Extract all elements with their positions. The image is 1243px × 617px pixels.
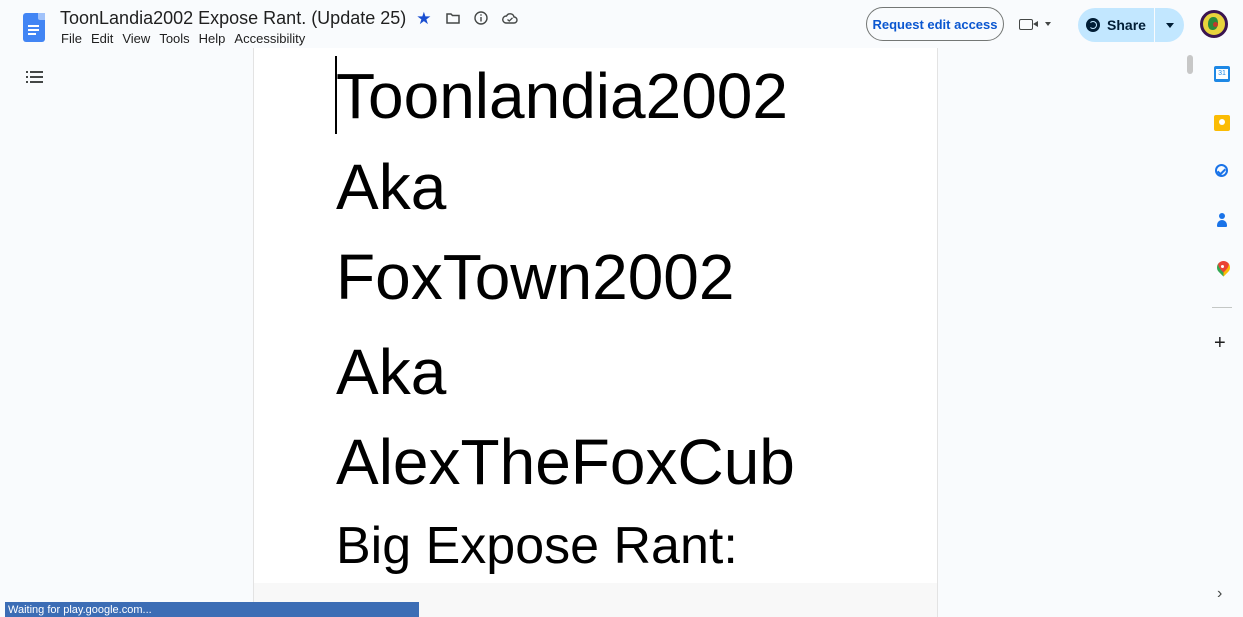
add-icon[interactable]: + [1214,333,1226,353]
side-panel-divider [1212,307,1232,308]
meet-button[interactable] [1019,12,1061,36]
calendar-icon[interactable] [1214,66,1230,82]
doc-line-5[interactable]: AlexTheFoxCub [336,430,795,494]
share-label: Share [1107,17,1146,33]
app-header: ToonLandia2002 Expose Rant. (Update 25) … [0,0,1243,48]
menu-view[interactable]: View [122,31,150,46]
doc-line-4[interactable]: Aka [336,340,446,404]
menu-accessibility[interactable]: Accessibility [234,31,305,46]
doc-line-2[interactable]: Aka [336,155,446,219]
menu-file[interactable]: File [61,31,82,46]
star-icon[interactable]: ★ [416,10,431,27]
document-title[interactable]: ToonLandia2002 Expose Rant. (Update 25) [60,8,406,29]
browser-status-bar: Waiting for play.google.com... [5,602,419,617]
info-icon[interactable] [473,11,488,25]
docs-logo-icon[interactable] [23,13,45,42]
share-dropdown-button[interactable] [1155,22,1184,28]
document-outline-icon[interactable] [26,69,46,85]
doc-line-1[interactable]: Toonlandia2002 [336,64,788,128]
menu-help[interactable]: Help [199,31,226,46]
menu-edit[interactable]: Edit [91,31,113,46]
tasks-icon[interactable] [1215,164,1228,177]
chevron-right-icon[interactable]: › [1217,585,1222,603]
chevron-down-icon [1045,22,1051,26]
share-button-group: Share [1078,8,1184,42]
menu-tools[interactable]: Tools [159,31,189,46]
doc-line-6[interactable]: Big Expose Rant: [336,520,738,572]
folder-icon[interactable] [445,12,460,24]
share-button[interactable]: Share [1078,8,1154,42]
title-row: ToonLandia2002 Expose Rant. (Update 25) … [60,6,518,30]
menu-bar: File Edit View Tools Help Accessibility [61,31,314,46]
meet-camera-icon [1019,18,1038,30]
share-dropdown-icon [1165,22,1174,28]
vertical-scrollbar[interactable] [1187,55,1193,74]
globe-icon [1086,18,1101,32]
doc-line-3[interactable]: FoxTown2002 [336,245,734,309]
cloud-saved-icon[interactable] [501,12,518,24]
contacts-icon[interactable] [1214,212,1230,228]
maps-icon[interactable] [1214,261,1230,277]
request-edit-access-button[interactable]: Request edit access [866,7,1004,41]
avatar[interactable] [1200,10,1228,38]
keep-icon[interactable] [1214,115,1230,131]
